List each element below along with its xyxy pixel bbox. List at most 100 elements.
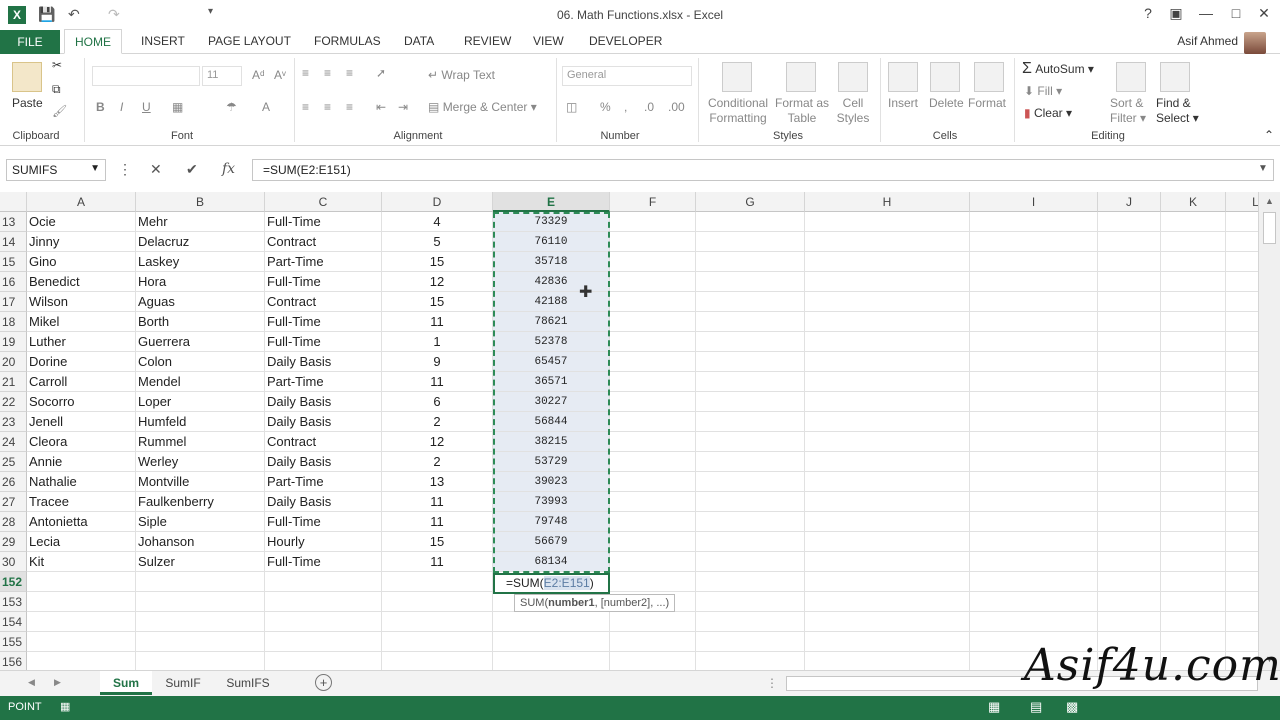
cell-c[interactable]: Full-Time xyxy=(265,552,382,572)
cell-i[interactable] xyxy=(970,272,1098,292)
cell-h[interactable] xyxy=(805,552,970,572)
cell-l[interactable] xyxy=(1226,412,1258,432)
top-align-icon[interactable]: ≡ xyxy=(302,66,309,80)
cell-f[interactable] xyxy=(610,652,696,670)
cell-i[interactable] xyxy=(970,392,1098,412)
cell-g[interactable] xyxy=(696,592,805,612)
delete-cells-button[interactable]: Delete xyxy=(929,96,964,110)
cell-j[interactable] xyxy=(1098,612,1161,632)
cell-i[interactable] xyxy=(970,312,1098,332)
page-layout-view-icon[interactable]: ▤ xyxy=(1030,699,1042,715)
find-select-button[interactable]: Find & Select ▾ xyxy=(1156,96,1199,126)
cell-c[interactable]: Part-Time xyxy=(265,372,382,392)
cell-d[interactable]: 11 xyxy=(382,312,493,332)
cell-c[interactable]: Full-Time xyxy=(265,272,382,292)
cell-f[interactable] xyxy=(610,432,696,452)
cell-e[interactable]: 38215 xyxy=(493,432,610,452)
cell-k[interactable] xyxy=(1161,592,1226,612)
format-as-table-icon[interactable] xyxy=(786,62,816,92)
maximize-button[interactable]: □ xyxy=(1226,5,1246,21)
normal-view-icon[interactable]: ▦ xyxy=(988,699,1000,715)
cell-i[interactable] xyxy=(970,332,1098,352)
cell-b[interactable]: Loper xyxy=(136,392,265,412)
insert-function-icon[interactable]: fx xyxy=(222,161,235,177)
row-header[interactable]: 27 xyxy=(0,492,27,512)
cell-h[interactable] xyxy=(805,652,970,670)
cell-a[interactable]: Gino xyxy=(27,252,136,272)
cell-e[interactable]: 73993 xyxy=(493,492,610,512)
cell-b[interactable]: Sulzer xyxy=(136,552,265,572)
cell-d[interactable] xyxy=(382,632,493,652)
cell-f[interactable] xyxy=(610,612,696,632)
sheet-tab-sum[interactable]: Sum xyxy=(100,671,152,695)
cell-j[interactable] xyxy=(1098,552,1161,572)
cell-d[interactable]: 6 xyxy=(382,392,493,412)
cell-d[interactable] xyxy=(382,592,493,612)
cell-c[interactable]: Part-Time xyxy=(265,472,382,492)
row-header[interactable]: 155 xyxy=(0,632,27,652)
cell-k[interactable] xyxy=(1161,512,1226,532)
cell-i[interactable] xyxy=(970,412,1098,432)
cell-h[interactable] xyxy=(805,272,970,292)
col-header-e[interactable]: E xyxy=(493,192,610,212)
cell-j[interactable] xyxy=(1098,272,1161,292)
cell-h[interactable] xyxy=(805,572,970,592)
cell-j[interactable] xyxy=(1098,312,1161,332)
enter-formula-icon[interactable]: ✔ xyxy=(186,161,198,178)
cell-e[interactable] xyxy=(493,632,610,652)
format-cells-button[interactable]: Format xyxy=(968,96,1006,110)
format-cells-icon[interactable] xyxy=(974,62,1004,92)
cell-e[interactable]: 78621 xyxy=(493,312,610,332)
cell-b[interactable]: Johanson xyxy=(136,532,265,552)
bold-icon[interactable]: B xyxy=(96,100,105,114)
cell-g[interactable] xyxy=(696,312,805,332)
cell-c[interactable] xyxy=(265,572,382,592)
cell-j[interactable] xyxy=(1098,392,1161,412)
cell-l[interactable] xyxy=(1226,252,1258,272)
increase-indent-icon[interactable]: ⇥ xyxy=(398,100,408,114)
tab-page-layout[interactable]: PAGE LAYOUT xyxy=(208,34,291,48)
cell-f[interactable] xyxy=(610,552,696,572)
row-header[interactable]: 16 xyxy=(0,272,27,292)
align-right-icon[interactable]: ≡ xyxy=(346,100,353,114)
active-cell-e152[interactable]: =SUM(E2:E151) xyxy=(493,573,610,594)
cell-f[interactable] xyxy=(610,492,696,512)
row-header[interactable]: 17 xyxy=(0,292,27,312)
cell-k[interactable] xyxy=(1161,432,1226,452)
cell-a[interactable]: Kit xyxy=(27,552,136,572)
cell-j[interactable] xyxy=(1098,432,1161,452)
middle-align-icon[interactable]: ≡ xyxy=(324,66,331,80)
orientation-icon[interactable]: ➚ xyxy=(376,66,386,80)
cell-a[interactable]: Jenell xyxy=(27,412,136,432)
cell-g[interactable] xyxy=(696,332,805,352)
cell-i[interactable] xyxy=(970,612,1098,632)
cell-styles-button[interactable]: Cell Styles xyxy=(830,96,876,126)
cell-g[interactable] xyxy=(696,652,805,670)
cell-f[interactable] xyxy=(610,532,696,552)
cut-icon[interactable]: ✂ xyxy=(52,58,62,72)
cell-c[interactable]: Daily Basis xyxy=(265,392,382,412)
find-select-icon[interactable] xyxy=(1160,62,1190,92)
cell-e[interactable]: 39023 xyxy=(493,472,610,492)
cell-f[interactable] xyxy=(610,312,696,332)
user-name[interactable]: Asif Ahmed xyxy=(1177,34,1238,48)
cell-d[interactable]: 12 xyxy=(382,432,493,452)
cell-g[interactable] xyxy=(696,572,805,592)
row-header[interactable]: 26 xyxy=(0,472,27,492)
cell-h[interactable] xyxy=(805,472,970,492)
cell-d[interactable]: 1 xyxy=(382,332,493,352)
cell-b[interactable]: Werley xyxy=(136,452,265,472)
cell-l[interactable] xyxy=(1226,232,1258,252)
cell-f[interactable] xyxy=(610,272,696,292)
page-break-view-icon[interactable]: ▩ xyxy=(1066,699,1078,715)
minimize-button[interactable]: — xyxy=(1196,5,1216,21)
cell-d[interactable]: 12 xyxy=(382,272,493,292)
cancel-formula-icon[interactable]: ✕ xyxy=(150,161,162,178)
cell-g[interactable] xyxy=(696,292,805,312)
name-box-dropdown-icon[interactable]: ▼ xyxy=(90,163,100,174)
cell-i[interactable] xyxy=(970,512,1098,532)
col-header-i[interactable]: I xyxy=(970,192,1098,212)
cell-g[interactable] xyxy=(696,392,805,412)
cell-h[interactable] xyxy=(805,492,970,512)
tab-view[interactable]: VIEW xyxy=(533,34,564,48)
